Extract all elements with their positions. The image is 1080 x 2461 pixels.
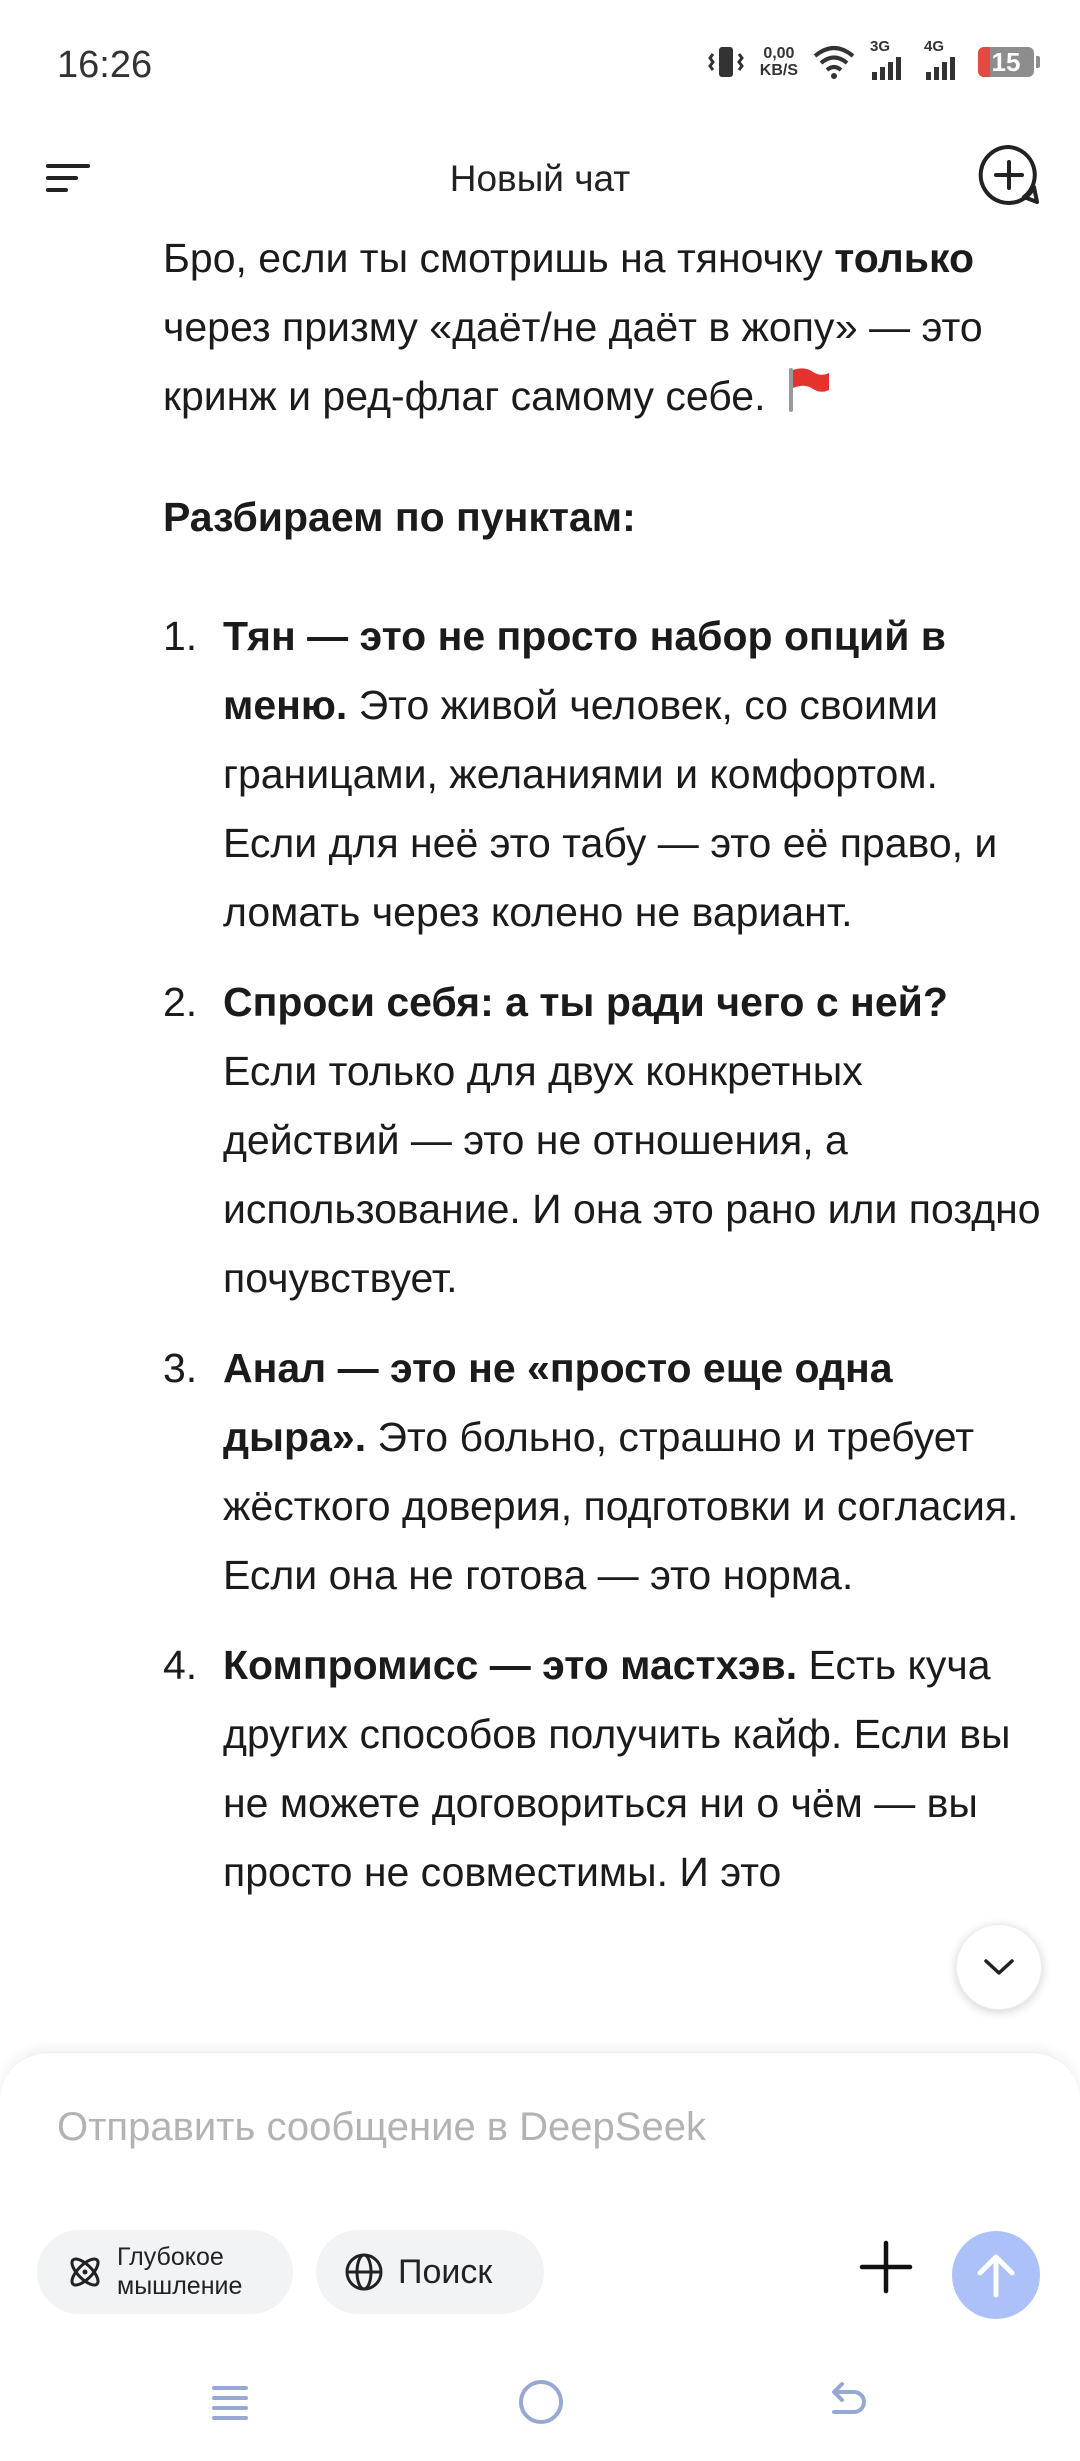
sim1-type: 3G (870, 38, 891, 55)
message-list: 1. Тян — это не просто набор опций в мен… (163, 602, 1043, 1907)
attach-button[interactable] (856, 2237, 916, 2297)
home-button[interactable] (519, 2380, 563, 2424)
scroll-to-bottom-button[interactable] (956, 1924, 1042, 2010)
globe-icon (345, 2253, 383, 2291)
list-item: 3. Анал — это не «просто еще одна дыра».… (163, 1345, 1019, 1598)
deep-thinking-toggle[interactable]: Глубокое мышление (37, 2230, 293, 2314)
message-intro: Бро, если ты смотришь на тяночку только … (163, 235, 983, 419)
network-speed-unit: KB/S (759, 62, 798, 79)
new-chat-button[interactable] (976, 142, 1042, 208)
list-item: 1. Тян — это не просто набор опций в мен… (163, 613, 998, 935)
sim2-type: 4G (924, 38, 945, 55)
app-bar: Новый чат (0, 130, 1080, 230)
page-title: Новый чат (449, 158, 631, 199)
message-input[interactable]: Отправить сообщение в DeepSeek (57, 2105, 706, 2150)
red-flag-icon (788, 368, 829, 412)
network-speed-value: 0,00 (763, 45, 795, 62)
battery-level: 15 (991, 47, 1021, 77)
status-icons: 0,00 KB/S 3G 4G 15 (706, 38, 1040, 80)
recent-apps-button[interactable] (210, 2380, 250, 2424)
chevron-down-icon (984, 1959, 1014, 1975)
back-button[interactable] (826, 2378, 870, 2422)
sim2-signal-icon: 4G (924, 38, 964, 80)
plus-icon (859, 2240, 913, 2294)
search-label: Поиск (398, 2252, 493, 2291)
atom-icon (70, 2257, 100, 2287)
system-nav-bar (0, 2360, 1080, 2460)
battery-icon: 15 (978, 47, 1040, 77)
wifi-icon (813, 46, 855, 79)
message-heading: Разбираем по пунктам: (163, 494, 636, 540)
sim1-signal-icon: 3G (870, 38, 910, 80)
assistant-message: Бро, если ты смотришь на тяночку только … (163, 224, 1043, 1928)
network-speed: 0,00 KB/S (760, 45, 798, 79)
status-bar: 16:26 0,00 KB/S 3G 4G 15 (0, 0, 1080, 130)
list-item: 4. Компромисс — это мастхэв. Есть куча д… (163, 1642, 1011, 1895)
list-item: 2. Спроси себя: а ты ради чего с ней? Ес… (163, 979, 1041, 1301)
vibrate-icon (707, 47, 744, 77)
arrow-up-icon (977, 2254, 1015, 2298)
send-button[interactable] (952, 2231, 1040, 2319)
clock: 16:26 (57, 44, 153, 86)
deep-thinking-label: Глубокое мышление (117, 2243, 243, 2300)
search-toggle[interactable]: Поиск (316, 2230, 544, 2314)
